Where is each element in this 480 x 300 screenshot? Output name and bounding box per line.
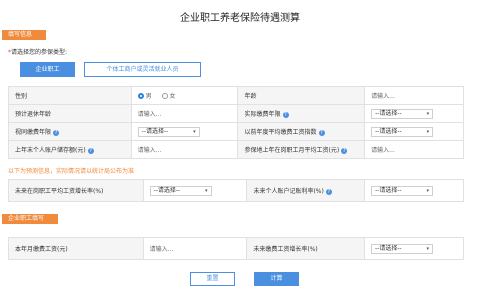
chevron-down-icon: ▾ bbox=[205, 187, 208, 194]
deemed-years-cell: --请选择-- ▾ bbox=[130, 122, 239, 141]
wage-growth-cell: --请选择-- ▾ bbox=[142, 179, 248, 202]
chevron-down-icon: ▾ bbox=[426, 110, 430, 117]
help-icon[interactable]: ? bbox=[282, 111, 289, 118]
gender-female-label: 女 bbox=[169, 93, 176, 100]
table-row: 本年月缴费工资(元) 请输入... 未来缴费工资增长率(%) --请选择-- ▾ bbox=[8, 237, 464, 260]
page-title: 企业职工养老保险待遇测算 bbox=[180, 13, 300, 24]
last-balance-label-cell: 上年末个人账户储存额(元)? bbox=[8, 140, 132, 159]
pay-growth-label: 未来缴费工资增长率(%) bbox=[246, 237, 366, 260]
section-enterprise-fill: 企业职工填写 bbox=[2, 214, 58, 224]
help-icon[interactable]: ? bbox=[325, 188, 332, 195]
last-avg-wage-input[interactable]: 请输入... bbox=[364, 140, 464, 159]
tab-self-employed[interactable]: 个体工商户或灵活就业人员 bbox=[84, 62, 201, 77]
help-icon[interactable]: ? bbox=[87, 147, 94, 154]
table-row: 未来在岗职工平均工资增长率(%) --请选择-- ▾ 未来个人账户记账利率(%)?… bbox=[8, 179, 464, 202]
chevron-down-icon: ▾ bbox=[426, 245, 430, 252]
select-value: --请选择-- bbox=[375, 127, 402, 135]
actual-years-select[interactable]: --请选择-- ▾ bbox=[371, 108, 434, 119]
gender-label: 性别 bbox=[8, 86, 132, 105]
chevron-down-icon: ▾ bbox=[426, 128, 430, 135]
wage-growth-label: 未来在岗职工平均工资增长率(%) bbox=[8, 179, 144, 202]
calculate-button[interactable]: 计算 bbox=[254, 272, 299, 286]
month-pay-label: 本年月缴费工资(元) bbox=[8, 237, 144, 260]
deemed-years-label: 视同缴费年限 bbox=[15, 129, 52, 136]
prediction-table: 未来在岗职工平均工资增长率(%) --请选择-- ▾ 未来个人账户记账利率(%)?… bbox=[8, 179, 464, 202]
tab-enterprise-employee[interactable]: 企业职工 bbox=[20, 62, 75, 77]
last-balance-label: 上年末个人账户储存额(元) bbox=[15, 147, 86, 154]
actual-years-label: 实际缴费年限 bbox=[244, 111, 281, 118]
account-rate-label: 未来个人账户记账利率(%) bbox=[253, 188, 324, 195]
actual-years-label-cell: 实际缴费年限? bbox=[237, 104, 366, 123]
enterprise-table: 本年月缴费工资(元) 请输入... 未来缴费工资增长率(%) --请选择-- ▾ bbox=[8, 237, 464, 260]
est-retire-age-label: 预计退休年龄 bbox=[8, 104, 132, 123]
insurance-type-prompt: *请选择您的参保类型: bbox=[8, 47, 67, 56]
deemed-years-select[interactable]: --请选择-- ▾ bbox=[137, 126, 200, 137]
help-icon[interactable]: ? bbox=[318, 129, 325, 136]
last-avg-wage-label: 参保地上年在岗职工月平均工资(元) bbox=[244, 147, 340, 154]
last-balance-input[interactable]: 请输入... bbox=[130, 140, 239, 159]
age-label: 年龄 bbox=[237, 86, 366, 105]
last-avg-wage-label-cell: 参保地上年在岗职工月平均工资(元)? bbox=[237, 140, 366, 159]
select-value: --请选择-- bbox=[375, 186, 402, 194]
table-row: 视同缴费年限? --请选择-- ▾ 以前年度平均缴费工资指数? --请选择-- ▾ bbox=[8, 122, 464, 141]
prompt-text: 请选择您的参保类型: bbox=[11, 49, 68, 56]
help-icon[interactable]: ? bbox=[53, 129, 60, 136]
select-value: --请选择-- bbox=[375, 244, 402, 252]
basic-info-table: 性别 男 女 年龄 请输入... 预计退休年龄 请输入... 实际缴费年限? -… bbox=[8, 86, 464, 159]
past-index-label-cell: 以前年度平均缴费工资指数? bbox=[237, 122, 366, 141]
age-input[interactable]: 请输入... bbox=[364, 86, 464, 105]
account-rate-label-cell: 未来个人账户记账利率(%)? bbox=[246, 179, 366, 202]
month-pay-input[interactable]: 请输入... bbox=[142, 237, 248, 260]
past-index-cell: --请选择-- ▾ bbox=[364, 122, 464, 141]
table-row: 性别 男 女 年龄 请输入... bbox=[8, 86, 464, 105]
select-value: --请选择-- bbox=[375, 109, 402, 117]
deemed-years-label-cell: 视同缴费年限? bbox=[8, 122, 132, 141]
past-index-label: 以前年度平均缴费工资指数 bbox=[244, 129, 317, 136]
pay-growth-cell: --请选择-- ▾ bbox=[364, 237, 464, 260]
est-retire-age-input[interactable]: 请输入... bbox=[130, 104, 239, 123]
table-row: 预计退休年龄 请输入... 实际缴费年限? --请选择-- ▾ bbox=[8, 104, 464, 123]
chevron-down-icon: ▾ bbox=[193, 128, 196, 135]
wage-growth-select[interactable]: --请选择-- ▾ bbox=[149, 185, 212, 196]
gender-radio-group: 男 女 bbox=[130, 86, 239, 105]
pay-growth-select[interactable]: --请选择-- ▾ bbox=[371, 243, 434, 254]
chevron-down-icon: ▾ bbox=[426, 187, 430, 194]
select-value: --请选择-- bbox=[153, 186, 181, 194]
account-rate-select[interactable]: --请选择-- ▾ bbox=[371, 185, 434, 196]
section-fill-info: 填写信息 bbox=[2, 30, 46, 40]
help-icon[interactable]: ? bbox=[341, 147, 348, 154]
gender-male-label: 男 bbox=[145, 93, 152, 100]
gender-female-radio[interactable] bbox=[161, 92, 168, 99]
reset-button[interactable]: 重置 bbox=[190, 272, 235, 286]
past-index-select[interactable]: --请选择-- ▾ bbox=[371, 126, 434, 137]
actual-years-cell: --请选择-- ▾ bbox=[364, 104, 464, 123]
gender-male-radio[interactable] bbox=[137, 92, 144, 99]
account-rate-cell: --请选择-- ▾ bbox=[364, 179, 464, 202]
table-row: 上年末个人账户储存额(元)? 请输入... 参保地上年在岗职工月平均工资(元)?… bbox=[8, 140, 464, 159]
select-value: --请选择-- bbox=[141, 127, 169, 135]
prediction-note: 以下为预测信息，实际情况请以统计局公布为准 bbox=[8, 168, 135, 175]
